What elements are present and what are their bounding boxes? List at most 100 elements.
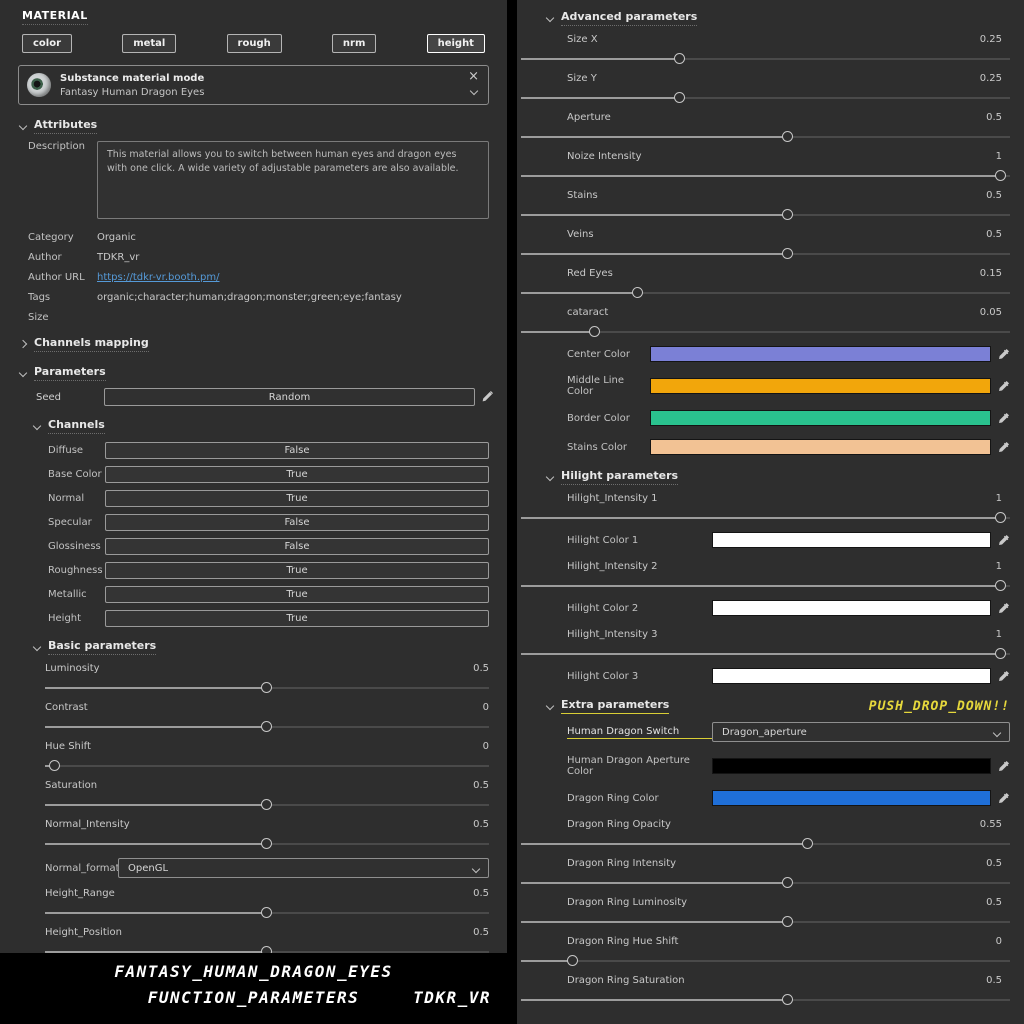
dragon-ring-intensity-slider[interactable] <box>521 877 1010 889</box>
seed-input[interactable]: Random <box>104 388 475 406</box>
slider-handle[interactable] <box>781 248 793 259</box>
section-advanced-parameters[interactable]: Advanced parameters <box>545 10 1010 26</box>
hilight-color-2-row: Hilight Color 2 <box>567 600 1010 616</box>
slider-handle[interactable] <box>995 512 1007 523</box>
normal-intensity-slider[interactable] <box>45 838 489 850</box>
dragon-ring-hue-shift-slider[interactable] <box>521 955 1010 967</box>
section-channels[interactable]: Channels <box>32 418 507 434</box>
human-dragon-aperture-color-swatch[interactable] <box>712 758 991 774</box>
edit-seed-icon[interactable] <box>481 391 493 403</box>
section-title: Channels mapping <box>34 336 149 352</box>
slider-handle[interactable] <box>781 877 793 888</box>
human-dragon-switch-select[interactable]: Dragon_aperture <box>712 722 1010 742</box>
slider-handle[interactable] <box>781 994 793 1005</box>
channel-toggle[interactable]: False <box>105 514 489 531</box>
eyedropper-icon[interactable] <box>998 380 1010 392</box>
section-attributes[interactable]: Attributes <box>18 118 507 134</box>
param-label: Hilight_Intensity 1 <box>567 493 658 504</box>
contrast-slider[interactable] <box>45 721 489 733</box>
stains-color-swatch[interactable] <box>650 439 991 455</box>
hilight-color-2-swatch[interactable] <box>712 600 991 616</box>
eyedropper-icon[interactable] <box>998 348 1010 360</box>
cataract-slider[interactable] <box>521 326 1010 338</box>
channel-toggle[interactable]: False <box>105 442 489 459</box>
material-selector[interactable]: Substance material mode Fantasy Human Dr… <box>18 65 489 105</box>
height-range-slider[interactable] <box>45 907 489 919</box>
slider-handle[interactable] <box>261 721 272 732</box>
stains-slider[interactable] <box>521 209 1010 221</box>
size-x-slider[interactable] <box>521 53 1010 65</box>
dragon-ring-color-swatch[interactable] <box>712 790 991 806</box>
dragon-ring-opacity-slider[interactable] <box>521 838 1010 850</box>
hilight-color-1-swatch[interactable] <box>712 532 991 548</box>
slider-handle[interactable] <box>632 287 644 298</box>
slider-handle[interactable] <box>261 799 272 810</box>
metal-preset-button[interactable]: metal <box>122 34 177 53</box>
slider-handle[interactable] <box>673 92 685 103</box>
hilight-intensity-2-slider[interactable] <box>521 580 1010 592</box>
hilight-color-3-swatch[interactable] <box>712 668 991 684</box>
middle-line-color-swatch[interactable] <box>650 378 991 394</box>
luminosity-slider[interactable] <box>45 682 489 694</box>
channel-toggle[interactable]: True <box>105 490 489 507</box>
red-eyes-slider[interactable] <box>521 287 1010 299</box>
channel-label: Diffuse <box>48 445 84 456</box>
hilight-intensity-3-slider[interactable] <box>521 648 1010 660</box>
eyedropper-icon[interactable] <box>998 602 1010 614</box>
slider-handle[interactable] <box>261 907 272 918</box>
eyedropper-icon[interactable] <box>998 412 1010 424</box>
slider-handle[interactable] <box>781 131 793 142</box>
normal-format-select[interactable]: OpenGL <box>118 858 489 878</box>
slider-handle[interactable] <box>781 916 793 927</box>
hilight-parameter-rows: Hilight_Intensity 1 1 Hilight Color 1 Hilig… <box>517 493 1024 684</box>
hilight-intensity-1-slider[interactable] <box>521 512 1010 524</box>
size-y-slider[interactable] <box>521 92 1010 104</box>
channel-toggle[interactable]: True <box>105 610 489 627</box>
slider-handle[interactable] <box>781 209 793 220</box>
dragon-ring-hue-shift-row: Dragon Ring Hue Shift 0 <box>521 936 1010 967</box>
center-color-swatch[interactable] <box>650 346 991 362</box>
section-hilight-parameters[interactable]: Hilight parameters <box>545 469 1010 485</box>
section-basic-parameters[interactable]: Basic parameters <box>32 639 507 655</box>
channel-toggle[interactable]: True <box>105 586 489 603</box>
description-box[interactable]: This material allows you to switch betwe… <box>97 141 489 219</box>
noize-intensity-slider[interactable] <box>521 170 1010 182</box>
channel-toggle[interactable]: False <box>105 538 489 555</box>
eyedropper-icon[interactable] <box>998 760 1010 772</box>
border-color-swatch[interactable] <box>650 410 991 426</box>
hue-shift-slider[interactable] <box>45 760 489 772</box>
slider-handle[interactable] <box>673 53 685 64</box>
rough-preset-button[interactable]: rough <box>226 34 282 53</box>
slider-handle[interactable] <box>261 682 272 693</box>
slider-handle[interactable] <box>995 170 1007 181</box>
section-channels-mapping[interactable]: Channels mapping <box>18 336 507 352</box>
dragon-ring-luminosity-slider[interactable] <box>521 916 1010 928</box>
section-extra-parameters[interactable]: Extra parameters PUSH_DROP_DOWN!! <box>545 698 1010 714</box>
saturation-slider[interactable] <box>45 799 489 811</box>
eyedropper-icon[interactable] <box>998 670 1010 682</box>
author-url-link[interactable]: https://tdkr-vr.booth.pm/ <box>97 272 220 283</box>
slider-handle[interactable] <box>995 580 1007 591</box>
section-parameters[interactable]: Parameters <box>18 365 507 381</box>
veins-slider[interactable] <box>521 248 1010 260</box>
eyedropper-icon[interactable] <box>998 792 1010 804</box>
eyedropper-icon[interactable] <box>998 534 1010 546</box>
dragon-ring-saturation-slider[interactable] <box>521 994 1010 1006</box>
slider-handle[interactable] <box>802 838 814 849</box>
channel-toggle[interactable]: True <box>105 466 489 483</box>
slider-handle[interactable] <box>588 326 600 337</box>
nrm-preset-button[interactable]: nrm <box>331 34 377 53</box>
color-preset-button[interactable]: color <box>22 34 73 53</box>
slider-handle[interactable] <box>995 648 1007 659</box>
author-row: Author TDKR_vr <box>28 252 489 263</box>
slider-handle[interactable] <box>261 838 272 849</box>
height-preset-button[interactable]: height <box>426 34 485 53</box>
eyedropper-icon[interactable] <box>998 441 1010 453</box>
aperture-slider[interactable] <box>521 131 1010 143</box>
chevron-down-icon[interactable] <box>469 86 479 96</box>
slider-handle[interactable] <box>48 760 60 771</box>
specular-row: Specular False <box>48 514 489 531</box>
slider-handle[interactable] <box>566 955 578 966</box>
close-icon[interactable]: × <box>468 69 479 84</box>
channel-toggle[interactable]: True <box>105 562 489 579</box>
